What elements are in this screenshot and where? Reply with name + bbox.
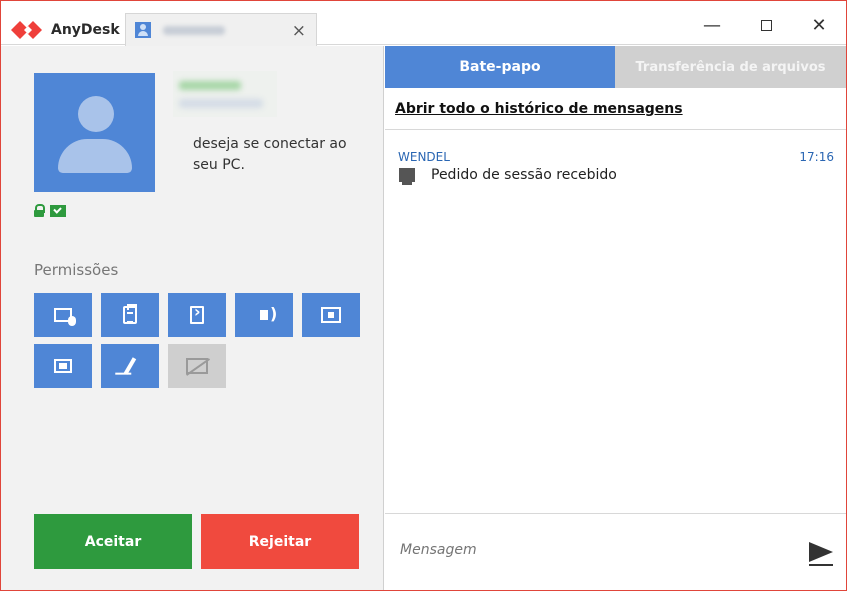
tab-file-transfer[interactable]: Transferência de arquivos (615, 46, 846, 88)
maximize-button[interactable] (743, 15, 789, 36)
tab-chat[interactable]: Bate-papo (385, 46, 615, 88)
lock-icon (34, 204, 45, 217)
tab-session[interactable]: × (125, 13, 317, 46)
connect-request-text: deseja se conectar ao seu PC. (193, 136, 347, 173)
clipboard-icon (123, 304, 137, 324)
redacted-line (179, 99, 263, 108)
permission-clipboard-button[interactable] (101, 293, 159, 337)
reject-button[interactable]: Rejeitar (201, 514, 359, 569)
permission-keyboard-mouse-button[interactable] (34, 293, 92, 337)
permission-privacy-button[interactable] (168, 344, 226, 388)
redacted-session-name (163, 25, 225, 35)
permission-sound-button[interactable] (235, 293, 293, 337)
message-text: Pedido de sessão recebido (431, 167, 617, 183)
permission-lock-screen-button[interactable] (302, 293, 360, 337)
tab-anydesk[interactable]: AnyDesk (1, 15, 120, 45)
message-sender: WENDEL (398, 150, 450, 164)
app-title: AnyDesk (51, 22, 120, 38)
avatar-head (78, 96, 114, 132)
request-panel: deseja se conectar ao seu PC. Permissões (1, 46, 384, 590)
tab-close-button[interactable]: × (292, 21, 306, 41)
redacted-requester-name (173, 71, 277, 117)
chat-tabs: Bate-papo Transferência de arquivos (385, 46, 846, 88)
message-input[interactable] (400, 542, 780, 558)
lock-screen-icon (321, 307, 341, 323)
permission-record-session-button[interactable] (34, 344, 92, 388)
pen-icon (123, 357, 137, 375)
verified-monitor-icon (50, 204, 66, 217)
speaker-icon (260, 304, 277, 323)
keyboard-mouse-icon (54, 308, 76, 326)
session-request-icon (399, 168, 415, 185)
permissions-title: Permissões (34, 261, 119, 279)
chat-panel: Bate-papo Transferência de arquivos Abri… (385, 46, 846, 590)
permission-file-transfer-button[interactable] (168, 293, 226, 337)
user-icon (135, 22, 151, 38)
avatar (34, 73, 155, 192)
title-bar: AnyDesk × — ✕ (1, 1, 846, 46)
anydesk-logo-icon (11, 21, 42, 39)
avatar-body (58, 139, 132, 173)
message-input-area (385, 513, 846, 590)
message-time: 17:16 (799, 150, 834, 164)
history-link[interactable]: Abrir todo o histórico de mensagens (395, 101, 683, 117)
redacted-line (179, 81, 241, 90)
privacy-screen-icon (186, 358, 208, 374)
permission-whiteboard-button[interactable] (101, 344, 159, 388)
divider (385, 129, 846, 130)
close-button[interactable]: ✕ (796, 15, 842, 36)
camera-icon (54, 359, 72, 373)
maximize-icon (760, 20, 772, 31)
send-icon[interactable] (809, 542, 833, 566)
minimize-button[interactable]: — (689, 15, 735, 36)
file-transfer-icon (190, 302, 204, 324)
status-icons (34, 204, 66, 217)
accept-button[interactable]: Aceitar (34, 514, 192, 569)
anydesk-window: AnyDesk × — ✕ deseja se conectar ao seu … (0, 0, 847, 591)
